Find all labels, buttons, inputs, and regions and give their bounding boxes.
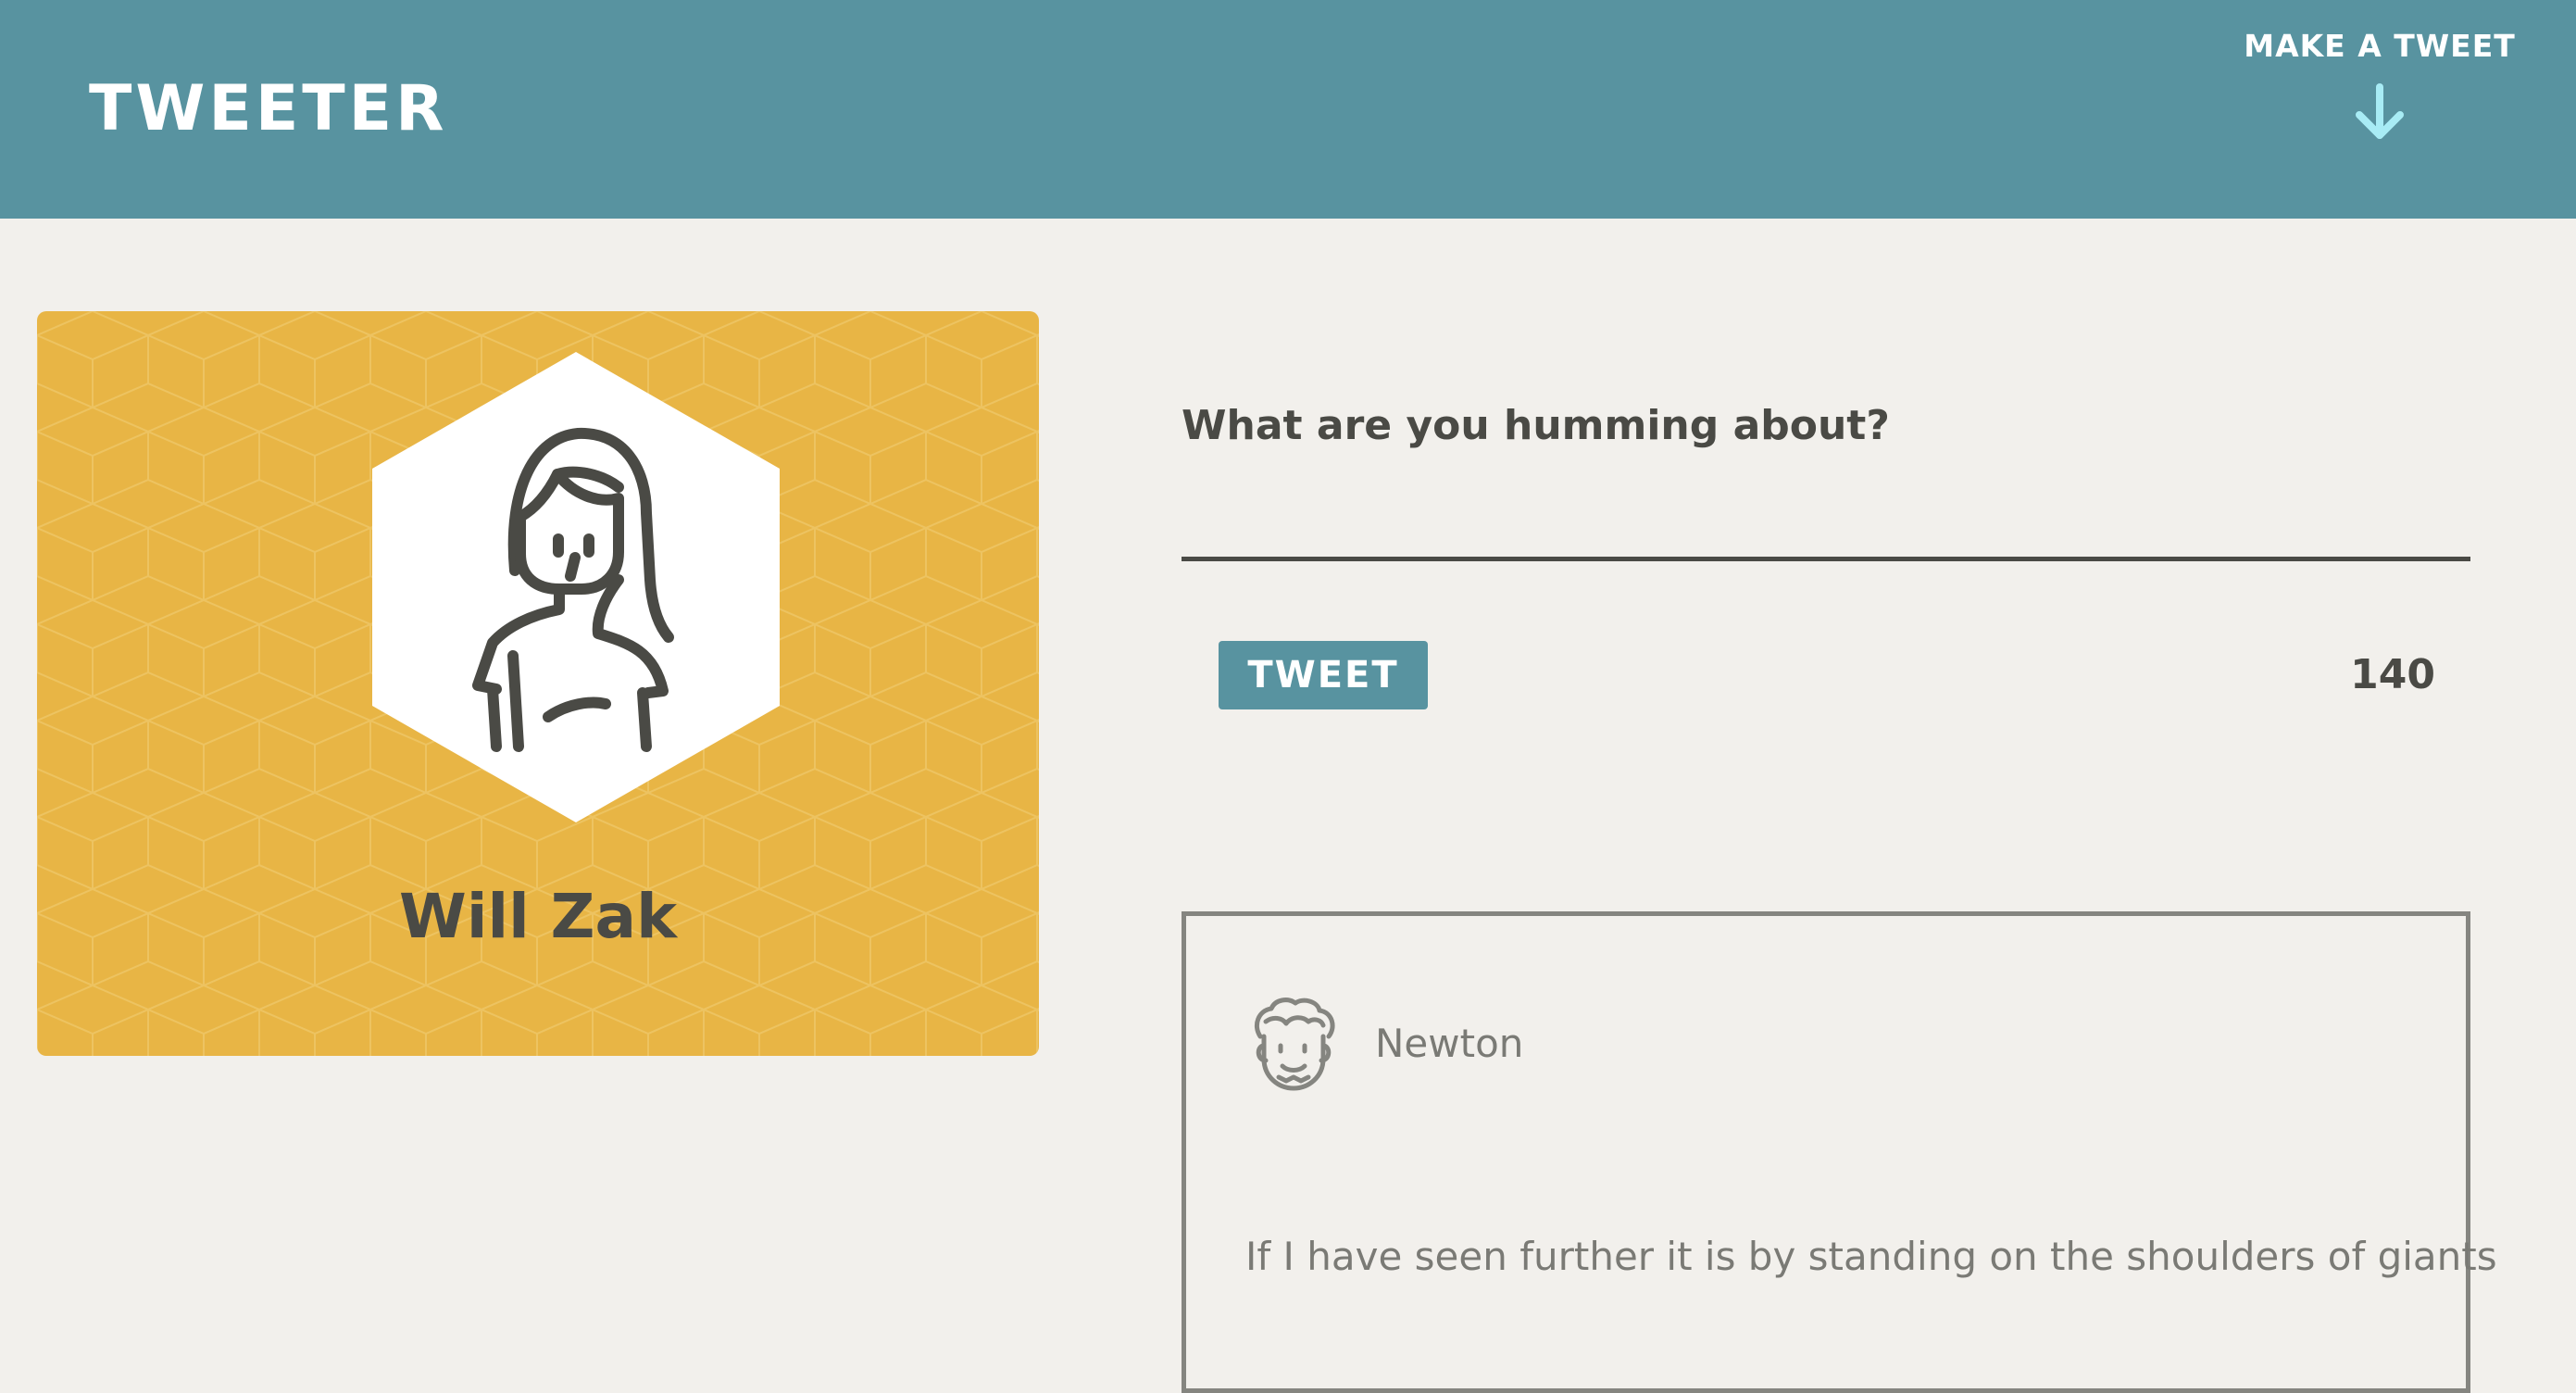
character-counter: 140 — [2350, 651, 2435, 698]
make-a-tweet-label: MAKE A TWEET — [2244, 28, 2516, 64]
tweet-card: Newton If I have seen further it is by s… — [1182, 911, 2497, 1393]
tweet-input[interactable] — [1182, 482, 2470, 561]
tweet-button[interactable]: TWEET — [1219, 641, 1428, 709]
profile-card: Will Zak — [37, 311, 1039, 1056]
make-a-tweet-link[interactable]: MAKE A TWEET — [2241, 26, 2519, 165]
profile-avatar — [372, 352, 780, 822]
brand-logo[interactable]: TWEETER — [89, 72, 448, 146]
tweet-username[interactable]: Newton — [1375, 1018, 1523, 1070]
compose-label: What are you humming about? — [1182, 402, 1890, 449]
tweet-text: If I have seen further it is by standing… — [1245, 1234, 2497, 1279]
arrow-down-icon — [2356, 83, 2404, 139]
curly-hair-man-avatar-icon — [1255, 998, 1335, 1091]
profile-name: Will Zak — [399, 881, 677, 952]
top-navbar: TWEETER MAKE A TWEET — [0, 0, 2576, 219]
